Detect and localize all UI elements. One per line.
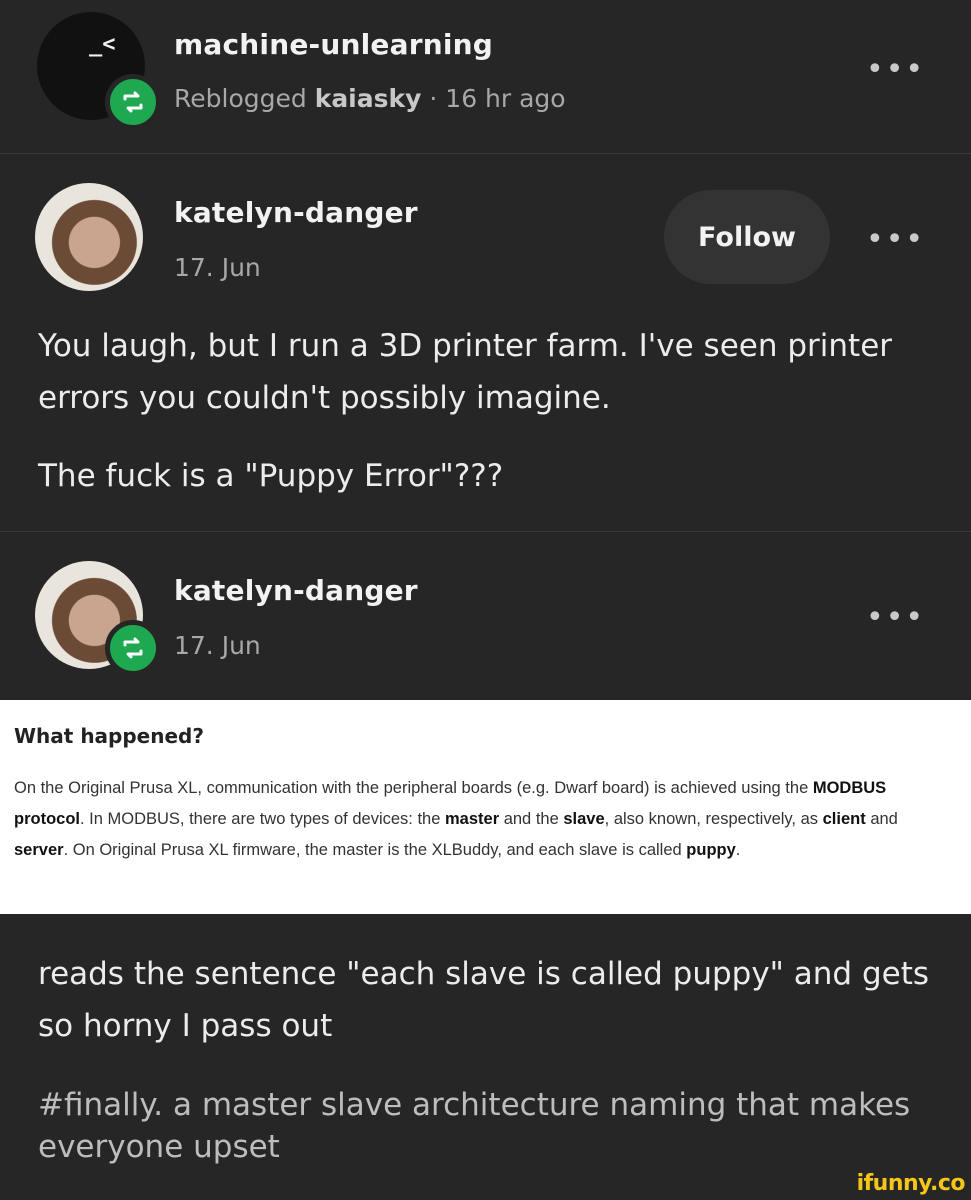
- divider: [0, 153, 971, 154]
- post-date: 17. Jun: [174, 253, 261, 282]
- reblog-icon: [105, 74, 161, 130]
- more-options-button[interactable]: •••: [866, 600, 925, 635]
- reblogged-from-link[interactable]: kaiasky: [315, 84, 422, 113]
- embedded-image: What happened? On the Original Prusa XL,…: [0, 700, 971, 914]
- reblog-icon: [105, 620, 161, 676]
- reblog-info: Reblogged kaiasky · 16 hr ago: [174, 84, 566, 113]
- reply-text: reads the sentence "each slave is called…: [38, 956, 930, 1044]
- reblog-time: · 16 hr ago: [429, 84, 566, 113]
- author-avatar[interactable]: [35, 183, 143, 291]
- post-author-name[interactable]: katelyn-danger: [174, 574, 418, 607]
- reblogger-name[interactable]: machine-unlearning: [174, 28, 493, 61]
- embedded-text: On the Original Prusa XL, communication …: [14, 779, 898, 859]
- post-date: 17. Jun: [174, 631, 261, 660]
- watermark-logo: ifunny.co: [856, 1171, 966, 1196]
- embedded-title: What happened?: [14, 724, 204, 748]
- post-text: The fuck is a "Puppy Error"???: [38, 458, 504, 494]
- divider: [0, 531, 971, 532]
- post-tags[interactable]: #finally. a master slave architecture na…: [38, 1084, 938, 1168]
- terminal-prompt-icon: _<: [89, 32, 116, 57]
- post-author-name[interactable]: katelyn-danger: [174, 196, 418, 229]
- follow-button[interactable]: Follow: [664, 190, 830, 284]
- more-options-button[interactable]: •••: [866, 52, 925, 87]
- reblogged-prefix: Reblogged: [174, 84, 307, 113]
- more-options-button[interactable]: •••: [866, 222, 925, 257]
- post-text: You laugh, but I run a 3D printer farm. …: [38, 328, 893, 416]
